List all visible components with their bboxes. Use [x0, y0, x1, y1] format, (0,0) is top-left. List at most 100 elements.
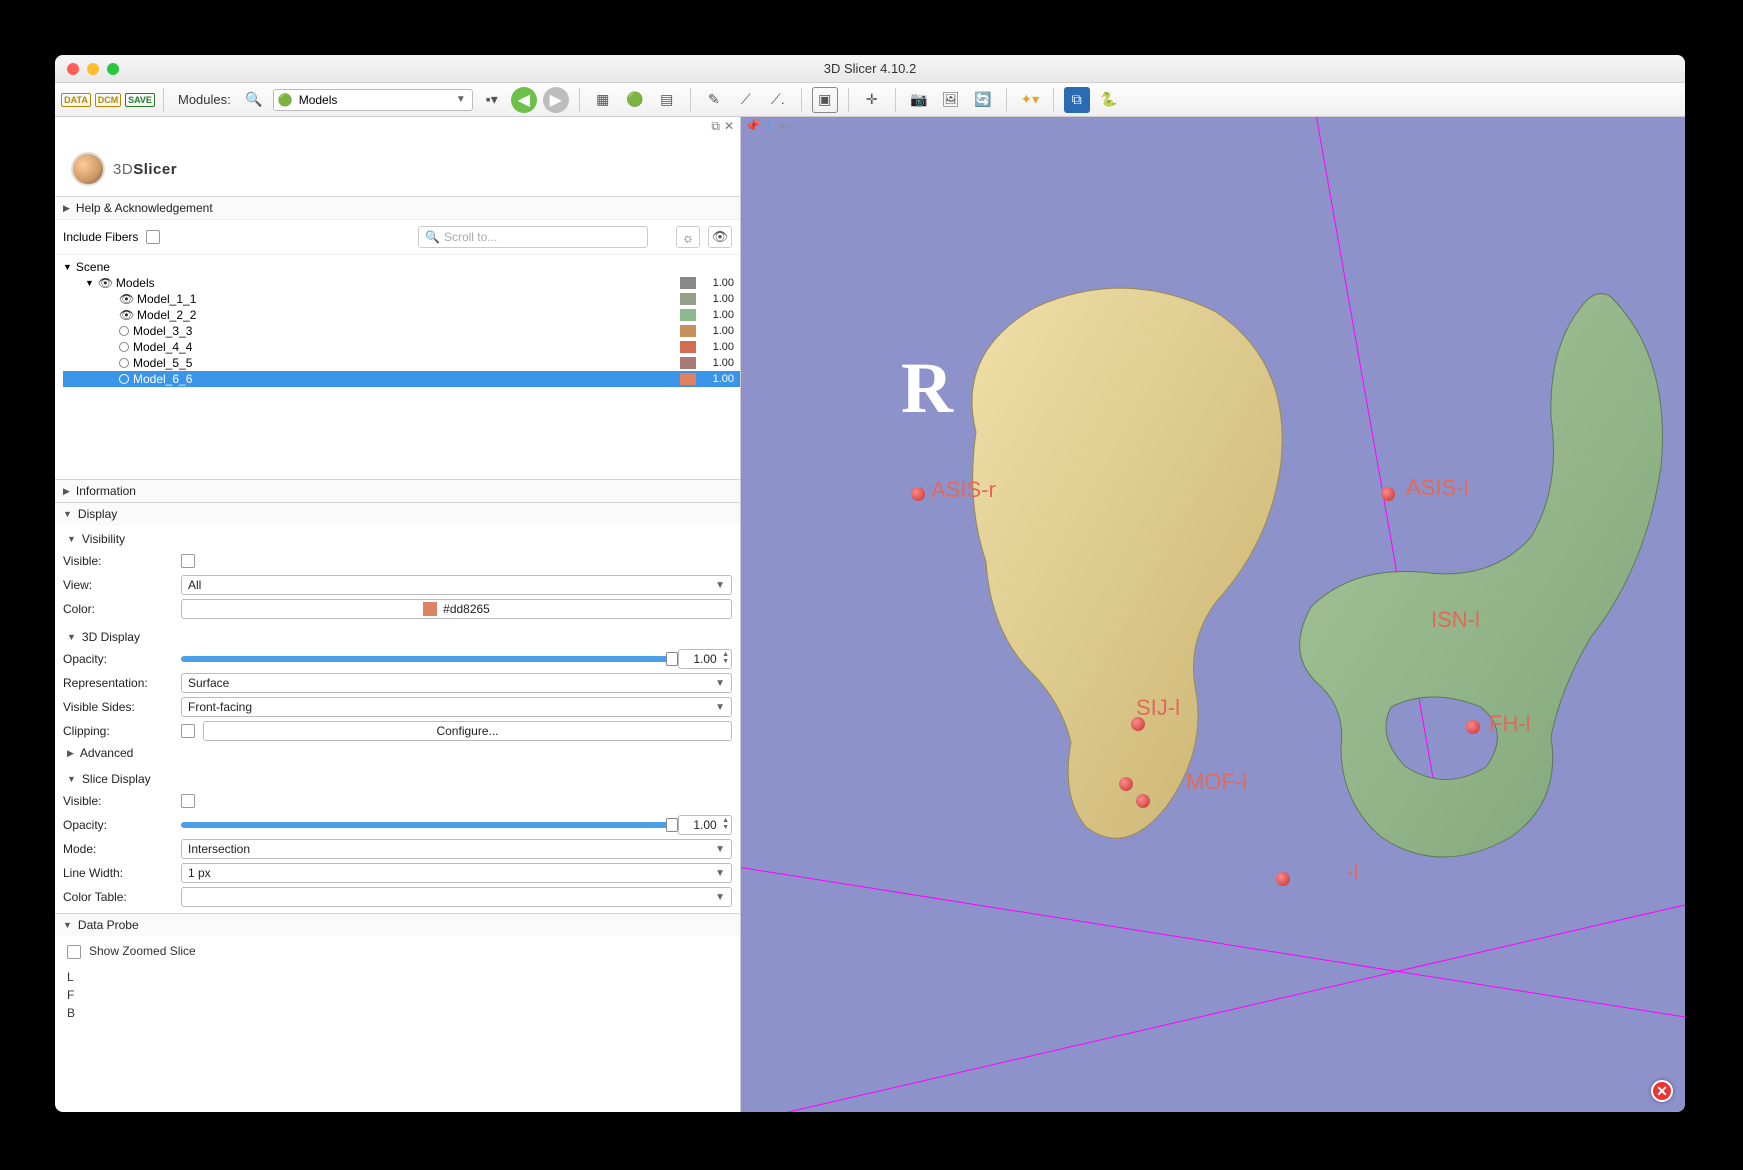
hidden-icon[interactable]: [119, 374, 129, 384]
hidden-icon[interactable]: [119, 342, 129, 352]
pin-icon[interactable]: 📌: [745, 119, 760, 133]
crosshair-icon[interactable]: ✛: [859, 87, 885, 113]
display-section-header[interactable]: ▼ Display: [55, 503, 740, 525]
cube-icon[interactable]: ▦: [590, 87, 616, 113]
opacity-value: 1.00: [693, 652, 716, 666]
color-swatch: [680, 373, 696, 385]
panel-pop-icon[interactable]: ⧉: [711, 119, 720, 134]
tree-item[interactable]: Model_4_4 1.00: [63, 339, 740, 355]
mode-value: Intersection: [188, 842, 250, 856]
eye-icon[interactable]: 👁: [119, 308, 133, 322]
fiducial-marker[interactable]: [1276, 872, 1290, 886]
tree-item[interactable]: 👁 Model_1_1 1.00: [63, 291, 740, 307]
slice-visible-checkbox[interactable]: [181, 794, 195, 808]
main-split: ⧉ ✕ 3DSlicer ▶ Help & Acknowledgement In…: [55, 117, 1685, 1112]
logo: 3DSlicer: [55, 136, 740, 196]
tree-item[interactable]: Model_5_5 1.00: [63, 355, 740, 371]
fiducial-marker[interactable]: [1119, 777, 1133, 791]
dataprobe-section-header[interactable]: ▼ Data Probe: [55, 914, 740, 936]
dcm-button[interactable]: DCM: [95, 87, 121, 113]
include-fibers-checkbox[interactable]: [146, 230, 160, 244]
data-button[interactable]: DATA: [63, 87, 89, 113]
separator: [801, 88, 802, 112]
tree-item[interactable]: 👁 Model_2_2 1.00: [63, 307, 740, 323]
error-close-icon[interactable]: ✕: [1651, 1080, 1673, 1102]
module-history-button[interactable]: ▪▾: [479, 87, 505, 113]
view-label: View:: [63, 578, 173, 592]
sun-icon[interactable]: ☼: [676, 226, 700, 248]
hidden-icon[interactable]: [119, 326, 129, 336]
information-section-header[interactable]: ▶ Information: [55, 480, 740, 502]
panel-controls: ⧉ ✕: [55, 117, 740, 136]
python-console-icon[interactable]: 🐍: [1096, 87, 1122, 113]
fiducial-marker[interactable]: [911, 487, 925, 501]
eye-icon[interactable]: 👁: [98, 276, 112, 290]
eye-icon[interactable]: 👁: [119, 292, 133, 306]
slice-display-subheader[interactable]: ▼Slice Display: [63, 769, 732, 789]
line-width-select[interactable]: 1 px▼: [181, 863, 732, 883]
chevron-down-icon: ▼: [715, 702, 725, 713]
sphere-icon[interactable]: 🟢: [622, 87, 648, 113]
view-menu-icon[interactable]: ≡: [779, 119, 786, 133]
representation-select[interactable]: Surface▼: [181, 673, 732, 693]
fiducial-marker[interactable]: [1381, 487, 1395, 501]
save-button[interactable]: SAVE: [127, 87, 153, 113]
fiducial-icon[interactable]: ✦▾: [1017, 87, 1043, 113]
edit-icon[interactable]: ✎: [701, 87, 727, 113]
nav-forward-button[interactable]: ▶: [543, 87, 569, 113]
color-picker-button[interactable]: #dd8265: [181, 599, 732, 619]
threed-subheader[interactable]: ▼3D Display: [63, 627, 732, 647]
separator: [579, 88, 580, 112]
fiducial-marker[interactable]: [1136, 794, 1150, 808]
clipping-checkbox[interactable]: [181, 724, 195, 738]
hidden-icon[interactable]: [119, 358, 129, 368]
module-search-icon[interactable]: 🔍: [241, 87, 267, 113]
scroll-to-input[interactable]: 🔍 Scroll to...: [418, 226, 648, 248]
show-zoomed-checkbox[interactable]: [67, 945, 81, 959]
dataprobe-body: Show Zoomed Slice L F B: [55, 936, 740, 1032]
tree-item-label: Model_2_2: [137, 308, 196, 322]
nav-back-button[interactable]: ◀: [511, 87, 537, 113]
opacity-spinbox[interactable]: 1.00▲▼: [678, 649, 732, 669]
screenshot-icon[interactable]: 📷: [906, 87, 932, 113]
tree-item-selected[interactable]: Model_6_6 1.00: [63, 371, 740, 387]
slice-opacity-spinbox[interactable]: 1.00▲▼: [678, 815, 732, 835]
opacity-value: 1.00: [700, 373, 734, 385]
panel-close-icon[interactable]: ✕: [724, 119, 734, 134]
color-label: Color:: [63, 602, 173, 616]
separator: [690, 88, 691, 112]
restore-view-icon[interactable]: 🔄: [970, 87, 996, 113]
eye-toggle-icon[interactable]: 👁: [708, 226, 732, 248]
visibility-subheader[interactable]: ▼Visibility: [63, 529, 732, 549]
tree-models-node[interactable]: ▼ 👁 Models 1.00: [63, 275, 740, 291]
fiducial-marker[interactable]: [1466, 720, 1480, 734]
slider-thumb[interactable]: [666, 818, 678, 832]
wand-icon[interactable]: ⟋: [733, 87, 759, 113]
visible-sides-select[interactable]: Front-facing▼: [181, 697, 732, 717]
separator: [1006, 88, 1007, 112]
ruler-icon[interactable]: ⟋.: [765, 87, 791, 113]
opacity-slider[interactable]: [181, 656, 672, 662]
help-section-header[interactable]: ▶ Help & Acknowledgement: [55, 197, 740, 219]
visible-checkbox[interactable]: [181, 554, 195, 568]
view-select[interactable]: All▼: [181, 575, 732, 595]
main-toolbar: DATA DCM SAVE Modules: 🔍 🟢 Models ▼ ▪▾ ◀…: [55, 83, 1685, 117]
threed-view[interactable]: 📌 1 ≡ R: [741, 117, 1685, 1112]
layout-icon[interactable]: ▣: [812, 87, 838, 113]
fiducial-label: ASIS-l: [1406, 475, 1468, 501]
scene-view-icon[interactable]: 🖼: [938, 87, 964, 113]
tree-item[interactable]: Model_3_3 1.00: [63, 323, 740, 339]
slice-opacity-slider[interactable]: [181, 822, 672, 828]
extension-manager-icon[interactable]: ⧉: [1064, 87, 1090, 113]
module-selector[interactable]: 🟢 Models ▼: [273, 89, 473, 111]
tree-root[interactable]: ▼ Scene: [63, 259, 740, 275]
mode-select[interactable]: Intersection▼: [181, 839, 732, 859]
color-table-select[interactable]: ▼: [181, 887, 732, 907]
grid-icon[interactable]: ▤: [654, 87, 680, 113]
line-width-value: 1 px: [188, 866, 211, 880]
configure-button[interactable]: Configure...: [203, 721, 732, 741]
slider-thumb[interactable]: [666, 652, 678, 666]
chevron-down-icon: ▼: [63, 262, 72, 272]
search-icon: 🔍: [425, 230, 440, 244]
advanced-subheader[interactable]: ▶Advanced: [63, 743, 732, 763]
